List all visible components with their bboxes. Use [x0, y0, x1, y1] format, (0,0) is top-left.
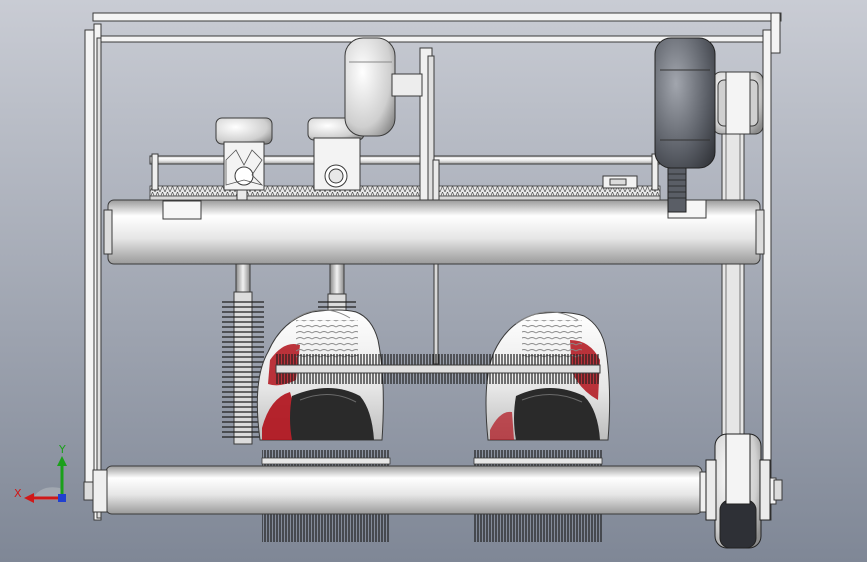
horizontal-roller-brush — [275, 354, 601, 384]
upper-carriage-beam — [103, 199, 765, 265]
left-lift-motor — [215, 117, 273, 191]
x-axis-label: X — [14, 487, 22, 500]
shoe-cleaning-machine-model: Y X — [0, 0, 867, 562]
lower-base-beam — [83, 465, 783, 515]
lower-pulley — [705, 433, 771, 549]
limit-switch — [602, 175, 638, 189]
y-axis-label: Y — [58, 443, 66, 456]
cad-viewport[interactable]: Y X — [0, 0, 867, 562]
upper-pulley — [712, 71, 764, 135]
